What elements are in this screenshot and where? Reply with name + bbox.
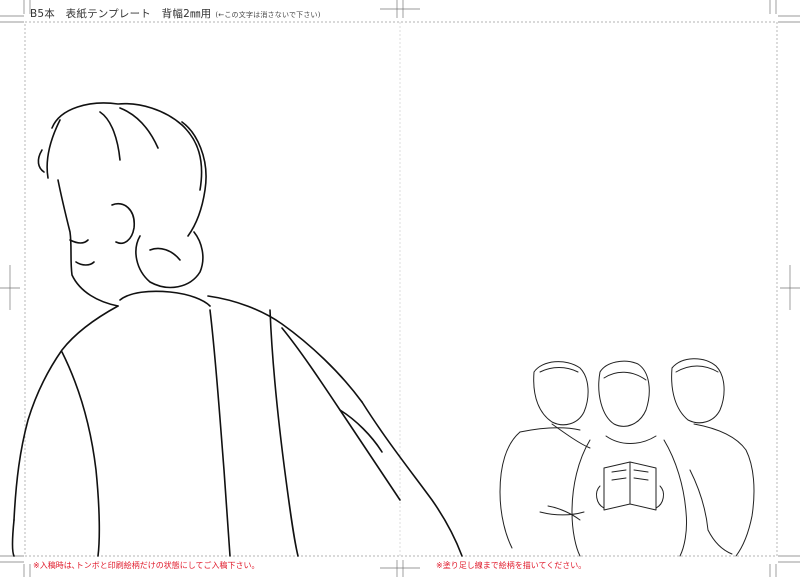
sketch-illustration-reading-group [499, 358, 755, 557]
footer-note-left: ※入稿時は､トンボと印刷絵柄だけの状態にしてご入稿下さい｡ [33, 561, 256, 570]
footer-note-right: ※塗り足し線まで絵柄を描いてください｡ [436, 561, 583, 570]
template-header: B5本 表紙テンプレート 背幅2㎜用 (←この文字は消さないで下さい) [30, 6, 321, 21]
cover-template-page: B5本 表紙テンプレート 背幅2㎜用 (←この文字は消さないで下さい) ※入稿時は… [0, 0, 800, 577]
template-note: (←この文字は消さないで下さい) [215, 11, 321, 19]
template-title: B5本 表紙テンプレート 背幅2㎜用 [30, 8, 212, 20]
